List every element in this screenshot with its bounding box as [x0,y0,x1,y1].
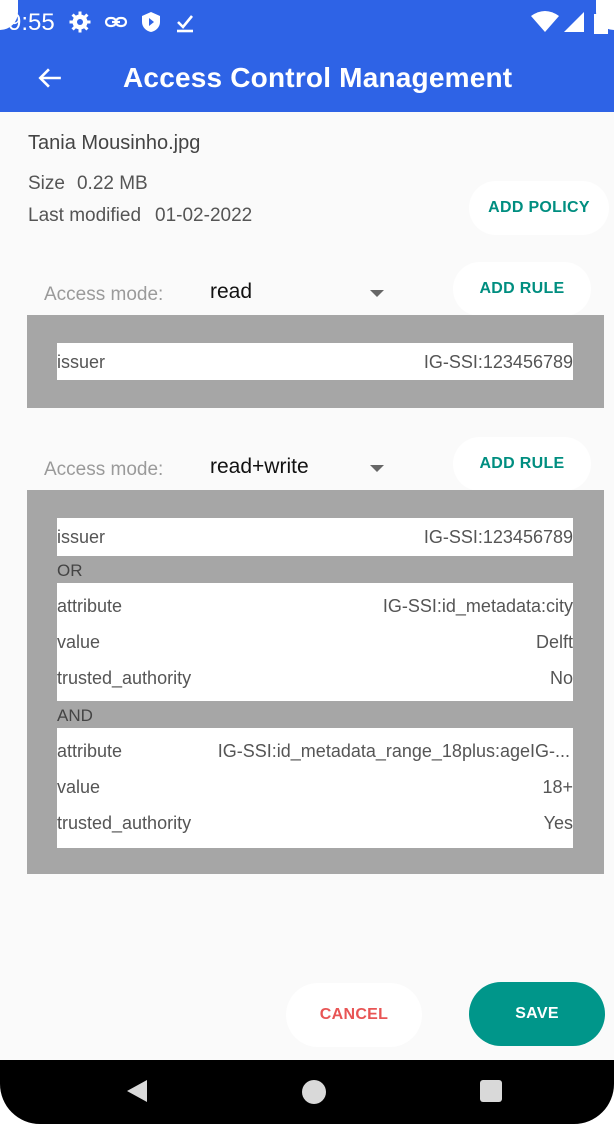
condition-row: trusted_authority Yes [57,804,573,840]
condition-key: issuer [57,352,106,372]
file-size-value: 0.22 MB [76,173,148,194]
rule-box: issuer IG-SSI:123456789 [27,315,604,408]
condition-card: attribute IG-SSI:id_metadata:city value … [57,583,573,701]
nav-back-icon[interactable] [125,1078,149,1104]
shield-icon [142,12,160,32]
device-screen: 9:55 Access Control Management Tania Mou… [0,0,614,1124]
save-button[interactable]: SAVE [469,982,605,1046]
add-rule-button[interactable]: ADD RULE [453,262,591,316]
condition-card: issuer IG-SSI:123456789 [57,343,573,380]
back-button[interactable] [30,58,70,98]
app-bar: Access Control Management [0,44,614,112]
condition-row: issuer IG-SSI:123456789 [57,518,573,554]
file-size-label: Size [28,173,65,194]
nav-home-icon[interactable] [302,1080,326,1104]
condition-value: IG-SSI:123456789 [423,527,573,547]
rule-box: issuer IG-SSI:123456789 OR attribute IG-… [27,490,604,874]
download-done-icon [177,15,194,33]
condition-card: issuer IG-SSI:123456789 [57,518,573,556]
dropdown-arrow-icon [370,290,384,297]
condition-row: attribute IG-SSI:id_metadata_range_18plu… [57,732,573,768]
access-mode-select[interactable]: read [210,280,436,312]
page-title: Access Control Management [123,62,513,93]
condition-value: IG-SSI:id_metadata:city [382,596,573,616]
condition-card: attribute IG-SSI:id_metadata_range_18plu… [57,728,573,848]
system-nav-bar [0,1060,614,1124]
condition-value: Yes [543,813,573,833]
condition-value: Delft [535,632,573,652]
access-mode-label: Access mode: [44,459,164,480]
gear-icon [69,11,91,33]
condition-value: 18+ [542,777,573,797]
condition-value: IG-SSI:id_metadata_range_18plus:ageIG-..… [217,741,570,761]
condition-key: value [57,632,101,652]
file-name: Tania Mousinho.jpg [28,132,201,154]
condition-key: trusted_authority [57,813,192,833]
add-rule-button[interactable]: ADD RULE [453,437,591,491]
condition-key: value [57,777,101,797]
condition-key: issuer [57,527,106,547]
condition-row: trusted_authority No [57,659,573,695]
wifi-icon [531,11,559,32]
access-mode-select[interactable]: read+write [210,455,436,487]
dropdown-arrow-icon [370,465,384,472]
link-icon [104,16,128,28]
cancel-button[interactable]: CANCEL [286,983,422,1047]
condition-key: attribute [57,596,123,616]
file-size-row: Size 0.22 MB [28,173,148,195]
condition-row: value 18+ [57,768,573,804]
access-mode-value: read [210,280,253,303]
access-mode-value: read+write [210,455,309,478]
arrow-left-icon [38,68,61,88]
logic-operator-or: OR [57,561,83,580]
condition-key: attribute [57,741,123,761]
signal-icon [564,12,584,32]
access-mode-label: Access mode: [44,284,164,305]
last-modified-row: Last modified 01-02-2022 [28,205,252,227]
condition-row: attribute IG-SSI:id_metadata:city [57,587,573,623]
status-bar: 9:55 [0,0,614,44]
condition-key: trusted_authority [57,668,192,688]
condition-value: IG-SSI:123456789 [423,352,573,372]
nav-recents-icon[interactable] [480,1080,502,1102]
condition-value: No [549,668,573,688]
last-modified-value: 01-02-2022 [155,205,253,226]
condition-row: issuer IG-SSI:123456789 [57,343,573,379]
logic-operator-and: AND [57,706,93,725]
last-modified-label: Last modified [28,205,142,226]
add-policy-button[interactable]: ADD POLICY [469,181,609,235]
condition-row: value Delft [57,623,573,659]
